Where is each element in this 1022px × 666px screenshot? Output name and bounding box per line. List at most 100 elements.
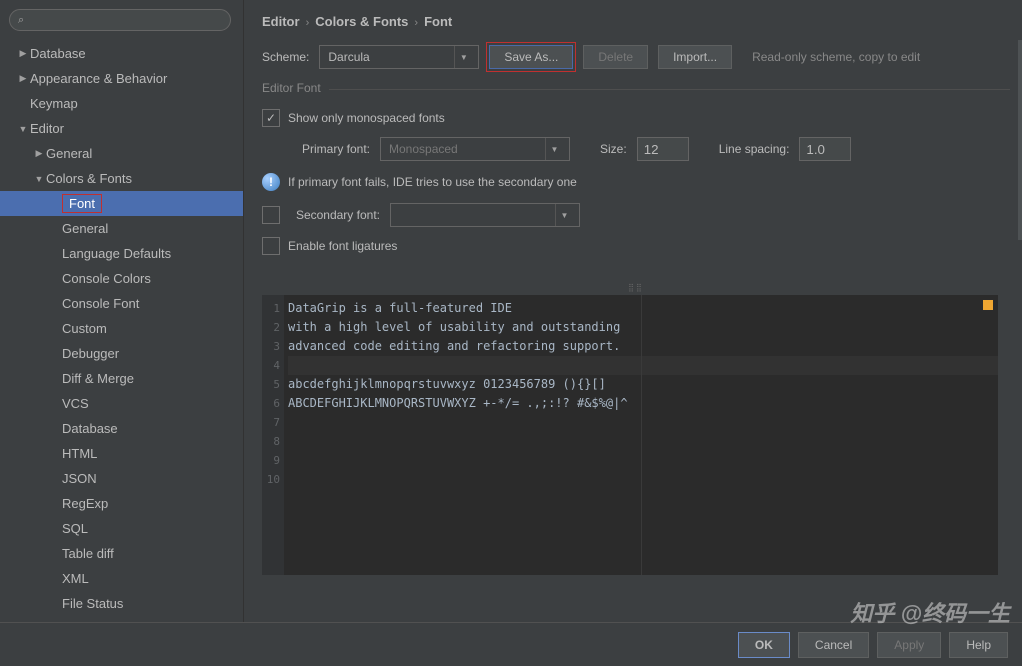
code-line	[288, 356, 998, 375]
tree-label: Keymap	[30, 96, 78, 111]
sidebar-item-table-diff[interactable]: Table diff	[0, 541, 243, 566]
chevron-down-icon: ▼	[555, 204, 573, 226]
search-input[interactable]	[28, 13, 222, 27]
tree-label: JSON	[62, 471, 97, 486]
sidebar-item-general[interactable]: ▶General	[0, 141, 243, 166]
settings-panel: Editor›Colors & Fonts›Font Scheme: Darcu…	[244, 0, 1022, 622]
tree-label: Debugger	[62, 346, 119, 361]
sidebar-item-file-status[interactable]: File Status	[0, 591, 243, 616]
import-button[interactable]: Import...	[658, 45, 732, 69]
dialog-footer: OK Cancel Apply Help	[0, 622, 1022, 666]
tree-label: SQL	[62, 521, 88, 536]
ok-button[interactable]: OK	[738, 632, 790, 658]
code-line: with a high level of usability and outst…	[288, 318, 998, 337]
sidebar-item-general[interactable]: General	[0, 216, 243, 241]
code-line: ABCDEFGHIJKLMNOPQRSTUVWXYZ +-*/= .,;:!? …	[288, 394, 998, 413]
scheme-dropdown[interactable]: Darcula ▼	[319, 45, 479, 69]
tree-label: Language Defaults	[62, 246, 171, 261]
info-icon: !	[262, 173, 280, 191]
sidebar-item-database[interactable]: ▶Database	[0, 41, 243, 66]
tree-label: Console Font	[62, 296, 139, 311]
code-line	[288, 432, 998, 451]
readonly-hint: Read-only scheme, copy to edit	[752, 50, 920, 64]
sidebar-item-keymap[interactable]: Keymap	[0, 91, 243, 116]
tree-label: Database	[30, 46, 86, 61]
code-preview[interactable]: DataGrip is a full-featured IDEwith a hi…	[284, 295, 998, 575]
scheme-value: Darcula	[328, 50, 369, 64]
sidebar-item-language-defaults[interactable]: Language Defaults	[0, 241, 243, 266]
sidebar-item-colors-fonts[interactable]: ▼Colors & Fonts	[0, 166, 243, 191]
secondary-font-label: Secondary font:	[286, 208, 380, 222]
primary-font-dropdown: Monospaced ▼	[380, 137, 570, 161]
sidebar-item-regexp[interactable]: RegExp	[0, 491, 243, 516]
scheme-label: Scheme:	[262, 50, 309, 64]
checkbox-secondary[interactable]	[262, 206, 280, 224]
checkbox-monospaced-label: Show only monospaced fonts	[288, 111, 445, 125]
sidebar-item-json[interactable]: JSON	[0, 466, 243, 491]
sidebar-item-editor[interactable]: ▼Editor	[0, 116, 243, 141]
settings-tree: ▶Database▶Appearance & BehaviorKeymap▼Ed…	[0, 37, 243, 622]
tree-label: File Status	[62, 596, 123, 611]
chevron-down-icon: ▼	[32, 174, 46, 184]
breadcrumb-separator: ›	[306, 17, 310, 29]
sidebar-item-console-font[interactable]: Console Font	[0, 291, 243, 316]
tree-label: VCS	[62, 396, 89, 411]
breadcrumb-item[interactable]: Colors & Fonts	[315, 14, 408, 29]
tree-label: Table diff	[62, 546, 114, 561]
sidebar-item-font[interactable]: Font	[0, 191, 243, 216]
sidebar-item-database[interactable]: Database	[0, 416, 243, 441]
delete-button[interactable]: Delete	[583, 45, 648, 69]
code-line	[288, 413, 998, 432]
cancel-button[interactable]: Cancel	[798, 632, 869, 658]
tree-label: RegExp	[62, 496, 108, 511]
code-line: advanced code editing and refactoring su…	[288, 337, 998, 356]
code-line: DataGrip is a full-featured IDE	[288, 299, 998, 318]
tree-label: Colors & Fonts	[46, 171, 132, 186]
line-spacing-label: Line spacing:	[719, 142, 790, 156]
gutter: 12345678910	[262, 295, 284, 575]
search-icon: ⌕	[18, 14, 24, 27]
checkbox-ligatures-label: Enable font ligatures	[288, 239, 397, 253]
code-line	[288, 470, 998, 489]
tree-label: Diff & Merge	[62, 371, 134, 386]
sidebar-item-custom[interactable]: Custom	[0, 316, 243, 341]
tree-label: General	[62, 221, 108, 236]
chevron-down-icon: ▼	[16, 124, 30, 134]
tree-label: Console Colors	[62, 271, 151, 286]
tree-label: General	[46, 146, 92, 161]
sidebar-item-debugger[interactable]: Debugger	[0, 341, 243, 366]
chevron-right-icon: ▶	[16, 48, 30, 59]
primary-font-label: Primary font:	[262, 142, 370, 156]
apply-button[interactable]: Apply	[877, 632, 941, 658]
tree-label: XML	[62, 571, 89, 586]
help-button[interactable]: Help	[949, 632, 1008, 658]
checkbox-monospaced[interactable]: ✓	[262, 109, 280, 127]
tree-label: HTML	[62, 446, 97, 461]
chevron-down-icon: ▼	[545, 138, 563, 160]
tree-label: Font	[62, 194, 102, 213]
save-as-button[interactable]: Save As...	[489, 45, 573, 69]
sidebar-item-sql[interactable]: SQL	[0, 516, 243, 541]
breadcrumb-item: Font	[424, 14, 452, 29]
sidebar-item-console-colors[interactable]: Console Colors	[0, 266, 243, 291]
marker-bar	[998, 295, 1010, 575]
breadcrumb-item[interactable]: Editor	[262, 14, 300, 29]
sidebar-item-appearance-behavior[interactable]: ▶Appearance & Behavior	[0, 66, 243, 91]
search-box[interactable]: ⌕	[9, 9, 231, 31]
settings-sidebar: ⌕ ▶Database▶Appearance & BehaviorKeymap▼…	[0, 0, 244, 622]
secondary-font-dropdown: ▼	[390, 203, 580, 227]
sidebar-item-diff-merge[interactable]: Diff & Merge	[0, 366, 243, 391]
code-line	[288, 451, 998, 470]
section-editor-font: Editor Font	[244, 81, 1022, 99]
tree-label: Custom	[62, 321, 107, 336]
primary-font-value: Monospaced	[389, 142, 458, 156]
size-input[interactable]	[637, 137, 689, 161]
secondary-font-info: If primary font fails, IDE tries to use …	[288, 175, 577, 189]
sidebar-item-html[interactable]: HTML	[0, 441, 243, 466]
sidebar-item-vcs[interactable]: VCS	[0, 391, 243, 416]
resize-handle[interactable]: ⣿⣿	[262, 283, 1010, 293]
sidebar-item-xml[interactable]: XML	[0, 566, 243, 591]
checkbox-ligatures[interactable]	[262, 237, 280, 255]
font-preview: 12345678910 DataGrip is a full-featured …	[262, 295, 1010, 575]
line-spacing-input[interactable]	[799, 137, 851, 161]
